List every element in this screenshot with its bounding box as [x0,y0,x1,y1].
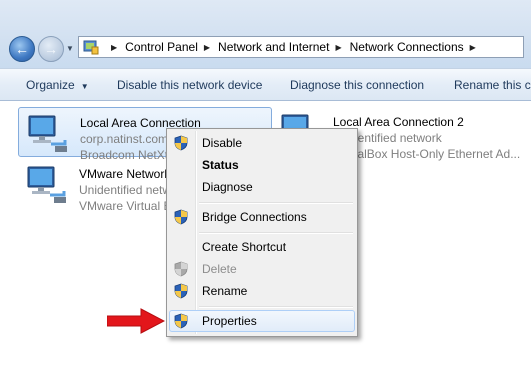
menu-item-label: Properties [202,314,257,328]
menu-item-status[interactable]: Status [169,154,355,176]
breadcrumb-separator-icon[interactable]: ▶ [204,43,210,52]
organize-button[interactable]: Organize ▼ [26,78,89,92]
menu-item-disable[interactable]: Disable [169,132,355,154]
red-arrow-icon [107,308,165,334]
command-toolbar: Organize ▼ Disable this network device Di… [0,68,531,101]
connection-device: VirtualBox Host-Only Ethernet Ad... [333,147,521,161]
menu-separator [199,202,353,204]
breadcrumb-network-and-internet[interactable]: Network and Internet [218,40,329,54]
uac-shield-icon [174,261,188,277]
menu-item-delete: Delete [169,258,355,280]
menu-item-diagnose[interactable]: Diagnose [169,176,355,198]
connection-name: VMware Network [79,167,171,181]
menu-item-label: Disable [202,136,243,150]
breadcrumb-network-connections[interactable]: Network Connections [350,40,464,54]
diagnose-connection-button[interactable]: Diagnose this connection [290,78,424,92]
menu-item-rename[interactable]: Rename [169,280,355,302]
breadcrumb-separator-icon[interactable]: ▶ [111,43,117,52]
uac-shield-icon [174,209,188,225]
forward-button[interactable]: → [38,36,64,62]
control-panel-icon [83,39,99,55]
menu-item-label: Status [202,158,239,172]
address-field[interactable]: ▶ Control Panel ▶ Network and Internet ▶… [78,36,524,58]
uac-shield-icon [174,313,188,329]
menu-item-label: Bridge Connections [202,210,307,224]
menu-separator [199,306,353,308]
connection-status: Unidentified netw [79,183,172,197]
address-bar-region: ← → ▼ ▶ Control Panel ▶ Network and Inte… [0,0,531,68]
menu-item-label: Delete [202,262,237,276]
disable-device-button[interactable]: Disable this network device [117,78,262,92]
menu-item-label: Diagnose [202,180,253,194]
menu-item-label: Create Shortcut [202,240,287,254]
rename-connection-button[interactable]: Rename this conn [454,78,531,92]
menu-item-properties[interactable]: Properties [169,310,355,332]
breadcrumb-control-panel[interactable]: Control Panel [125,40,198,54]
menu-separator [199,232,353,234]
connection-device: VMware Virtual E [79,199,172,213]
menu-item-label: Rename [202,284,248,298]
organize-label: Organize [26,78,75,92]
back-button[interactable]: ← [9,36,35,62]
chevron-down-icon: ▼ [80,82,89,91]
connection-status: corp.natinst.com [80,132,169,146]
uac-shield-icon [174,135,188,151]
menu-item-bridge-connections[interactable]: Bridge Connections [169,206,355,228]
breadcrumb-separator-icon[interactable]: ▶ [335,43,341,52]
network-connection-icon [27,166,66,203]
forward-arrow-icon: → [44,41,58,57]
context-menu: Disable Status Diagnose Bridge Connectio… [166,128,358,337]
breadcrumb-separator-icon[interactable]: ▶ [470,43,476,52]
uac-shield-icon [174,283,188,299]
recent-pages-dropdown[interactable]: ▼ [66,44,74,53]
back-arrow-icon: ← [15,41,29,57]
connection-name: Local Area Connection 2 [333,115,464,129]
network-connection-icon [28,115,67,152]
menu-item-create-shortcut[interactable]: Create Shortcut [169,236,355,258]
